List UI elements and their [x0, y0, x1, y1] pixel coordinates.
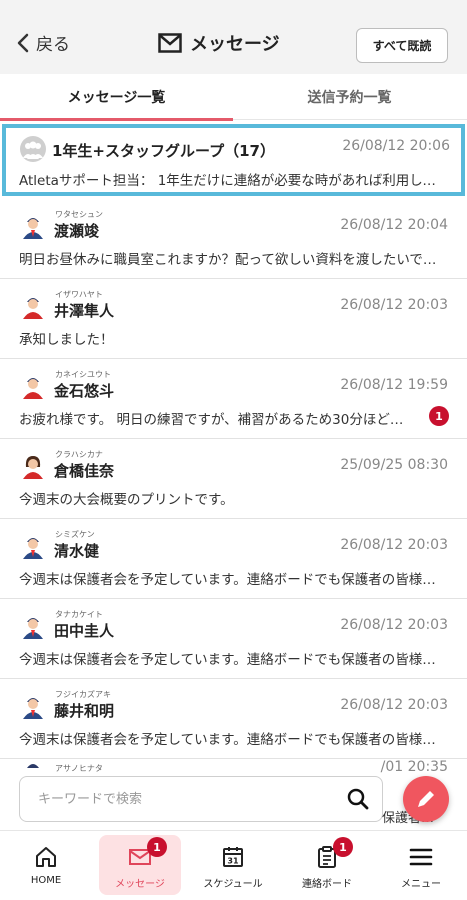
message-sender-name: 金石悠斗: [54, 382, 115, 400]
message-timestamp: 26/08/12 20:03: [340, 537, 448, 553]
message-sender-name: 倉橋佳奈: [54, 462, 115, 480]
message-sender-name: 藤井和明: [54, 702, 115, 720]
pencil-icon: [418, 791, 434, 807]
nav-messages[interactable]: メッセージ 1: [99, 835, 181, 895]
message-timestamp: 26/08/12 20:03: [340, 617, 448, 633]
message-item[interactable]: カネイシユウト 金石悠斗 26/08/12 19:59 お疲れ様です。 明日の練…: [0, 359, 467, 439]
sender-kana: シミズケン: [55, 530, 95, 539]
hamburger-menu-icon: [409, 848, 433, 866]
sender-kana: カネイシユウト: [55, 370, 111, 379]
app-header: 戻る メッセージ すべて既読: [0, 0, 467, 74]
male-avatar: [23, 618, 43, 639]
message-item[interactable]: クラハシカナ 倉橋佳奈 25/09/25 08:30 今週末の大会概要のプリント…: [0, 439, 467, 519]
compose-button[interactable]: [403, 776, 449, 822]
page-title-text: メッセージ: [190, 34, 280, 55]
nav-label: メッセージ: [115, 879, 165, 890]
nav-board[interactable]: 連絡ボード 1: [286, 835, 368, 895]
message-preview: 承知しました！: [19, 332, 114, 348]
male-red-avatar: [23, 378, 43, 399]
mail-icon: [158, 33, 182, 53]
sender-kana: イザワハヤト: [55, 290, 103, 299]
bottom-navigation: HOME メッセージ 1 31 スケジュール 連絡ボード 1 メニュー: [0, 830, 467, 900]
message-timestamp: 26/08/12 20:03: [340, 297, 448, 313]
message-item[interactable]: シミズケン 清水健 26/08/12 20:03 今週末は保護者会を予定していま…: [0, 519, 467, 599]
message-preview: 今週末の大会概要のプリントです。: [19, 492, 234, 508]
message-timestamp: 25/09/25 08:30: [340, 457, 448, 473]
message-sender-name: 田中圭人: [54, 622, 115, 640]
male-red-avatar: [23, 298, 43, 319]
message-sender-name: 井澤隼人: [54, 302, 115, 320]
message-preview: お疲れ様です。 明日の練習ですが、補習があるため30分ほど遅れます。: [19, 412, 409, 428]
message-preview: 今週末は保護者会を予定しています。連絡ボードでも保護者の皆様へお知らせします。: [19, 572, 439, 588]
search-bar: [19, 776, 383, 822]
nav-label: スケジュール: [203, 879, 263, 890]
home-icon: [36, 847, 56, 867]
tab-bar: メッセージ一覧 送信予約一覧: [0, 74, 467, 121]
sender-kana: クラハシカナ: [55, 450, 103, 459]
tab-scheduled-list[interactable]: 送信予約一覧: [233, 74, 466, 120]
nav-badge: 1: [147, 837, 167, 857]
message-item[interactable]: ワタセシュン 渡瀬竣 26/08/12 20:04 明日お昼休みに職員室これます…: [0, 199, 467, 279]
sender-kana: フジイカズアキ: [55, 690, 111, 699]
message-timestamp: 26/08/12 20:06: [342, 138, 450, 154]
back-button[interactable]: 戻る: [16, 30, 70, 55]
nav-badge: 1: [333, 837, 353, 857]
mark-all-read-button[interactable]: すべて既読: [356, 28, 448, 63]
page-title: メッセージ: [158, 30, 280, 56]
sender-kana: ワタセシュン: [55, 210, 103, 219]
message-preview: 今週末は保護者会を予定しています。連絡ボードでも保護者の皆様へお知らせします。: [19, 652, 439, 668]
search-input[interactable]: [38, 788, 338, 810]
calendar-day: 31: [227, 857, 239, 866]
nav-schedule[interactable]: 31 スケジュール: [192, 835, 274, 895]
sender-kana: アサノヒナタ: [55, 764, 103, 773]
message-sender-name: 清水健: [54, 542, 100, 560]
calendar-icon: 31: [223, 847, 243, 867]
message-preview: 今週末は保護者会を予定しています。連絡ボードでも保護者の皆様へお知らせします。: [19, 732, 439, 748]
message-sender-name: 渡瀬竣: [54, 222, 100, 240]
male-avatar: [23, 538, 43, 559]
nav-label: HOME: [30, 875, 62, 886]
message-list: 1年生+スタッフグループ（17） 26/08/12 20:06 Atletaサポ…: [0, 121, 467, 809]
message-timestamp: /01 20:35: [380, 759, 448, 775]
nav-menu[interactable]: メニュー: [380, 835, 462, 895]
back-label: 戻る: [36, 35, 70, 55]
group-icon: [20, 136, 46, 162]
message-preview: 明日お昼休みに職員室これますか？配って欲しい資料を渡したいです。: [19, 252, 439, 268]
nav-label: 連絡ボード: [302, 879, 352, 890]
message-sender-name: 1年生+スタッフグループ（17）: [52, 142, 275, 160]
male-avatar: [23, 218, 43, 239]
nav-label: メニュー: [401, 879, 441, 890]
nav-home[interactable]: HOME: [5, 835, 87, 895]
male-avatar: [23, 698, 43, 719]
message-item[interactable]: タナカケイト 田中圭人 26/08/12 20:03 今週末は保護者会を予定して…: [0, 599, 467, 679]
search-icon[interactable]: [346, 787, 370, 811]
unread-badge: 1: [429, 406, 449, 426]
message-item[interactable]: フジイカズアキ 藤井和明 26/08/12 20:03 今週末は保護者会を予定し…: [0, 679, 467, 759]
tab-message-list[interactable]: メッセージ一覧: [0, 74, 233, 121]
sender-kana: タナカケイト: [55, 610, 103, 619]
female-avatar: [23, 456, 43, 479]
message-item[interactable]: イザワハヤト 井澤隼人 26/08/12 20:03 承知しました！: [0, 279, 467, 359]
message-item-group[interactable]: 1年生+スタッフグループ（17） 26/08/12 20:06 Atletaサポ…: [2, 124, 465, 196]
message-timestamp: 26/08/12 20:04: [340, 217, 448, 233]
chevron-left-icon: [17, 33, 29, 52]
message-timestamp: 26/08/12 19:59: [340, 377, 448, 393]
message-timestamp: 26/08/12 20:03: [340, 697, 448, 713]
message-preview: Atletaサポート担当： 1年生だけに連絡が必要な時があれば利用してください。: [19, 173, 439, 189]
